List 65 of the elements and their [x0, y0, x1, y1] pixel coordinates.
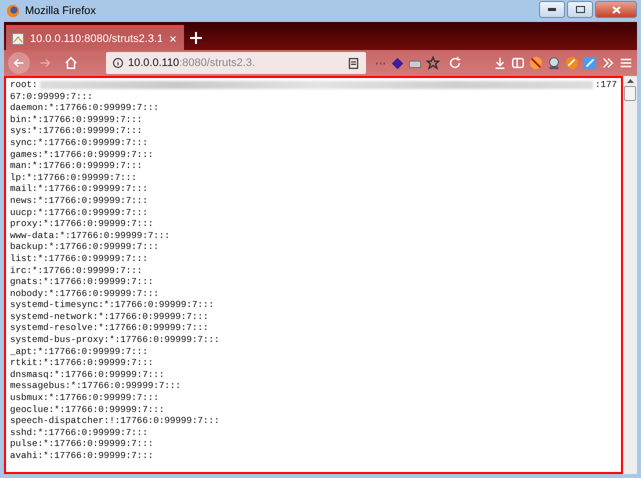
text-line: nobody:*:17766:0:99999:7:::	[10, 288, 159, 300]
text-line: backup:*:17766:0:99999:7:::	[10, 241, 159, 253]
text-line: pulse:*:17766:0:99999:7:::	[10, 438, 154, 450]
text-line: 67:0:99999:7:::	[10, 90, 93, 102]
bookmark-star-icon[interactable]	[426, 56, 440, 70]
text-line: avahi:*:17766:0:99999:7:::	[10, 450, 154, 462]
maximize-icon	[576, 6, 584, 13]
scrollbar[interactable]	[623, 76, 637, 474]
text-line: systemd-timesync:*:17766:0:99999:7:::	[10, 299, 214, 311]
reader-view-icon[interactable]	[347, 56, 360, 70]
text-line: speech-dispatcher:!:17766:0:99999:7:::	[10, 415, 220, 427]
text-line: _apt:*:17766:0:99999:7:::	[10, 346, 148, 358]
scroll-thumb[interactable]	[624, 86, 636, 101]
info-icon[interactable]	[112, 57, 124, 69]
back-arrow-icon[interactable]	[12, 56, 26, 70]
text-line: :177	[594, 79, 617, 91]
text-line: man:*:17766:0:99999:7:::	[10, 160, 142, 172]
text-line: sync:*:17766:0:99999:7:::	[10, 136, 148, 149]
diamond-icon[interactable]	[391, 56, 404, 70]
extension-icon[interactable]	[547, 56, 561, 70]
scroll-up-icon[interactable]	[626, 79, 634, 83]
text-line: list:*:17766:0:99999:7:::	[10, 252, 148, 264]
minimize-icon	[548, 8, 556, 11]
home-icon[interactable]	[64, 56, 78, 70]
close-button[interactable]	[595, 1, 637, 18]
text-line: news:*:17766:0:99999:7:::	[10, 194, 148, 207]
minimize-button[interactable]	[539, 1, 565, 18]
text-line: daemon:*:17766:0:99999:7:::	[10, 102, 159, 114]
close-icon[interactable]	[168, 34, 178, 44]
text-line: games:*:17766:0:99999:7:::	[10, 148, 154, 160]
sidebar-icon[interactable]	[511, 56, 525, 70]
text-line: systemd-resolve:*:17766:0:99999:7:::	[10, 322, 208, 334]
text-line: mail:*:17766:0:99999:7:::	[10, 183, 148, 195]
extension-icon[interactable]	[529, 56, 543, 70]
text-line: systemd-bus-proxy:*:17766:0:99999:7:::	[10, 334, 220, 346]
extension-icon[interactable]	[565, 56, 579, 70]
maximize-button[interactable]	[567, 1, 593, 18]
text-line: geoclue:*:17766:0:99999:7:::	[10, 404, 164, 416]
text-line: gnats:*:17766:0:99999:7:::	[10, 276, 154, 288]
text-line: lp:*:17766:0:99999:7:::	[10, 172, 137, 184]
overflow-chevrons-icon[interactable]	[601, 56, 615, 70]
plus-icon	[190, 32, 202, 44]
text-line: root:	[10, 79, 38, 91]
text-line: www-data:*:17766:0:99999:7:::	[10, 230, 170, 242]
text-line: sshd:*:17766:0:99999:7:::	[10, 426, 148, 438]
text-line: proxy:*:17766:0:99999:7:::	[10, 218, 154, 230]
extension-icon[interactable]	[583, 56, 597, 70]
page-icon	[12, 32, 24, 44]
text-line: sys:*:17766:0:99999:7:::	[10, 125, 142, 137]
window-title: Mozilla Firefox	[25, 5, 97, 17]
close-icon	[612, 6, 620, 14]
menu-icon[interactable]	[619, 56, 633, 70]
back-button[interactable]	[8, 52, 30, 74]
address-bar[interactable]: 10.0.0.110:8080/struts2.3.	[106, 52, 366, 74]
text-line: systemd-network:*:17766:0:99999:7:::	[10, 310, 208, 322]
text-line: messagebus:*:17766:0:99999:7:::	[10, 380, 181, 392]
text-line: uucp:*:17766:0:99999:7:::	[10, 206, 148, 218]
text-line: usbmux:*:17766:0:99999:7:::	[10, 392, 159, 404]
text-line: bin:*:17766:0:99999:7:::	[10, 114, 142, 126]
text-line: irc:*:17766:0:99999:7:::	[10, 264, 142, 276]
download-icon[interactable]	[493, 56, 507, 70]
text-line: dnsmasq:*:17766:0:99999:7:::	[10, 368, 164, 380]
browser-logo-icon	[6, 4, 20, 18]
reload-icon[interactable]	[448, 56, 462, 70]
text-line: rtkit:*:17766:0:99999:7:::	[10, 357, 154, 369]
